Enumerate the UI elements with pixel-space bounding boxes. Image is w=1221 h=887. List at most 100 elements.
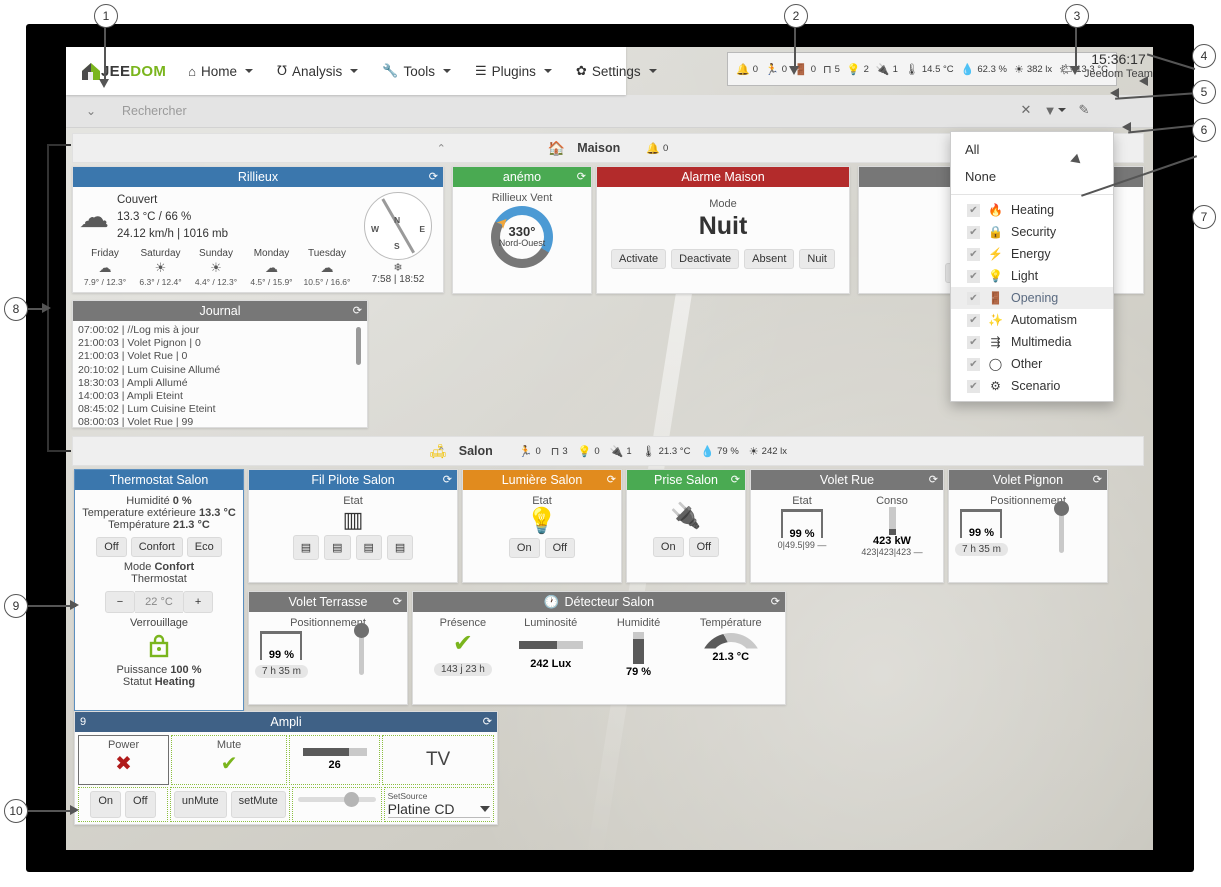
filpilote-confort-button[interactable]: ▤ (356, 535, 382, 560)
checkbox-icon[interactable]: ✔ (967, 270, 980, 283)
collapse-salon-icon[interactable]: ⌃ (437, 445, 446, 458)
chevron-down-icon (649, 69, 657, 73)
refresh-icon[interactable]: ⟳ (577, 170, 586, 183)
category-item-other[interactable]: ✔ ◯ Other (951, 353, 1113, 375)
thermostat-minus-button[interactable]: − (105, 591, 135, 613)
checkbox-icon[interactable]: ✔ (967, 204, 980, 217)
summary-motion-value: 0 (782, 64, 787, 75)
refresh-icon[interactable]: ⟳ (443, 473, 452, 486)
widget-volet-rue: Volet Rue ⟳ Etat 99 % 0|49.5|99 — Conso … (750, 469, 944, 583)
refresh-icon[interactable]: ⟳ (731, 473, 740, 486)
shutter-slider[interactable] (359, 629, 364, 675)
prise-off-button[interactable]: Off (689, 537, 719, 557)
category-none-option[interactable]: None (951, 163, 1113, 190)
checkbox-icon[interactable]: ✔ (967, 314, 980, 327)
luminosity-icon: ☀ (749, 445, 759, 458)
alarme-nuit-button[interactable]: Nuit (799, 249, 835, 269)
volet-rue-etat-label: Etat (757, 495, 847, 507)
category-item-security[interactable]: ✔ 🔒 Security (951, 221, 1113, 243)
detecteur-presence-time: 143 j 23 h (434, 663, 492, 676)
alarme-activate-button[interactable]: Activate (611, 249, 666, 269)
volume-slider[interactable] (298, 797, 376, 802)
thermostat-setpoint[interactable]: 22 °C (135, 591, 183, 613)
checkbox-icon[interactable]: ✔ (967, 358, 980, 371)
checkbox-icon[interactable]: ✔ (967, 248, 980, 261)
close-icon[interactable]: ✕ (1015, 99, 1037, 121)
search-input[interactable]: Rechercher (116, 104, 1153, 118)
widget-detecteur-title-bar: 🕐 Détecteur Salon ⟳ (413, 592, 785, 612)
refresh-icon[interactable]: ⟳ (353, 304, 362, 317)
filpilote-hg-button[interactable]: ▤ (387, 535, 413, 560)
house-icon: 🏠 (548, 140, 565, 157)
filpilote-eco-button[interactable]: ▤ (324, 535, 350, 560)
category-item-light[interactable]: ✔ 💡 Light (951, 265, 1113, 287)
filter-icon[interactable]: ▼ (1044, 99, 1066, 121)
ampli-setsource-select[interactable]: Platine CD (388, 801, 490, 818)
compass-w: W (371, 224, 379, 234)
refresh-icon[interactable]: ⟳ (429, 170, 438, 183)
category-item-energy[interactable]: ✔ ⚡ Energy (951, 243, 1113, 265)
slider-knob[interactable] (344, 792, 359, 807)
category-item-multimedia[interactable]: ✔ ⇶ Multimedia (951, 331, 1113, 353)
collapse-maison-icon[interactable]: ⌃ (437, 142, 446, 155)
ampli-setsource-label: SetSource (388, 791, 490, 801)
section-header-salon[interactable]: ⌃ 🛋 Salon 🏃0 ⊓3 💡0 🔌1 🌡21.3 °C 💧79 % ☀24… (72, 436, 1144, 466)
slider-knob[interactable] (1054, 501, 1069, 516)
slider-knob[interactable] (354, 623, 369, 638)
journal-list[interactable]: 07:00:02 | //Log mis à jour 21:00:03 | V… (78, 324, 362, 429)
checkbox-icon[interactable]: ✔ (967, 292, 980, 305)
alarme-absent-button[interactable]: Absent (744, 249, 794, 269)
checkbox-icon[interactable]: ✔ (967, 380, 980, 393)
salon-humidity-summary: 💧79 % (700, 445, 738, 458)
refresh-icon[interactable]: ⟳ (393, 595, 402, 608)
thermostat-eco-button[interactable]: Eco (187, 537, 222, 557)
nav-plugins[interactable]: ☰ Plugins (463, 47, 564, 95)
prise-on-button[interactable]: On (653, 537, 684, 557)
ampli-on-button[interactable]: On (90, 791, 121, 818)
alarme-deactivate-button[interactable]: Deactivate (671, 249, 739, 269)
refresh-icon[interactable]: ⟳ (607, 473, 616, 486)
nav-home[interactable]: ⌂ Home (176, 47, 265, 95)
lumiere-on-button[interactable]: On (509, 538, 540, 558)
nav-tools[interactable]: 🔧 Tools (370, 47, 463, 95)
lumiere-off-button[interactable]: Off (545, 538, 575, 558)
thermostat-plus-button[interactable]: + (183, 591, 213, 613)
ampli-unmute-button[interactable]: unMute (174, 791, 227, 818)
category-item-opening[interactable]: ✔ 🚪 Opening (951, 287, 1113, 309)
widget-rillieux-title-bar: Rillieux ⟳ (73, 167, 443, 187)
callout-10: 10 (4, 799, 28, 823)
ampli-setmute-button[interactable]: setMute (231, 791, 286, 818)
shutter-slider[interactable] (1059, 507, 1064, 553)
volet-rue-conso-sub: 423|423|423 — (847, 547, 937, 557)
global-summary-bar[interactable]: 🔔0 🏃0 🚪0 ⊓5 💡2 🔌1 🌡14.5 °C 💧62.3 % ☀382 … (727, 52, 1117, 86)
refresh-icon[interactable]: ⟳ (483, 715, 492, 728)
nav-settings[interactable]: ✿ Settings (564, 47, 669, 95)
lock-icon[interactable] (81, 632, 237, 661)
category-item-automatism[interactable]: ✔ ✨ Automatism (951, 309, 1113, 331)
thermostat-confort-button[interactable]: Confort (131, 537, 183, 557)
refresh-icon[interactable]: ⟳ (929, 473, 938, 486)
summary-light: 💡2 (847, 63, 869, 76)
journal-scrollbar[interactable] (356, 327, 361, 365)
filpilote-off-button[interactable]: ▤ (293, 535, 319, 560)
refresh-icon[interactable]: ⟳ (771, 595, 780, 608)
category-all-option[interactable]: All (951, 136, 1113, 163)
checkbox-icon[interactable]: ✔ (967, 336, 980, 349)
refresh-icon[interactable]: ⟳ (1093, 473, 1102, 486)
thermostat-off-button[interactable]: Off (96, 537, 126, 557)
thermostat-temp-row: Température 21.3 °C (81, 519, 237, 531)
volet-terrasse-label: Positionnement (255, 617, 401, 629)
thermostat-humidity-value: 0 % (173, 495, 192, 507)
checkbox-icon[interactable]: ✔ (967, 226, 980, 239)
jeedom-logo[interactable]: JEEDOM (66, 58, 176, 84)
ampli-off-button[interactable]: Off (125, 791, 155, 818)
category-item-heating[interactable]: ✔ 🔥 Heating (951, 199, 1113, 221)
forecast-day: Friday ☁ 7.9° / 12.3° (79, 248, 131, 287)
cogs-icon: ⚙ (988, 379, 1003, 393)
nav-analysis[interactable]: ℧ Analysis (265, 47, 370, 95)
pencil-icon[interactable]: ✎ (1073, 99, 1095, 121)
category-item-scenario[interactable]: ✔ ⚙ Scenario (951, 375, 1113, 397)
widget-rillieux-body: ☁ Couvert 13.3 °C / 66 % 24.12 km/h | 10… (73, 187, 443, 292)
chevron-down-icon[interactable]: ⌄ (66, 104, 116, 118)
section-name-maison: Maison (577, 141, 620, 155)
